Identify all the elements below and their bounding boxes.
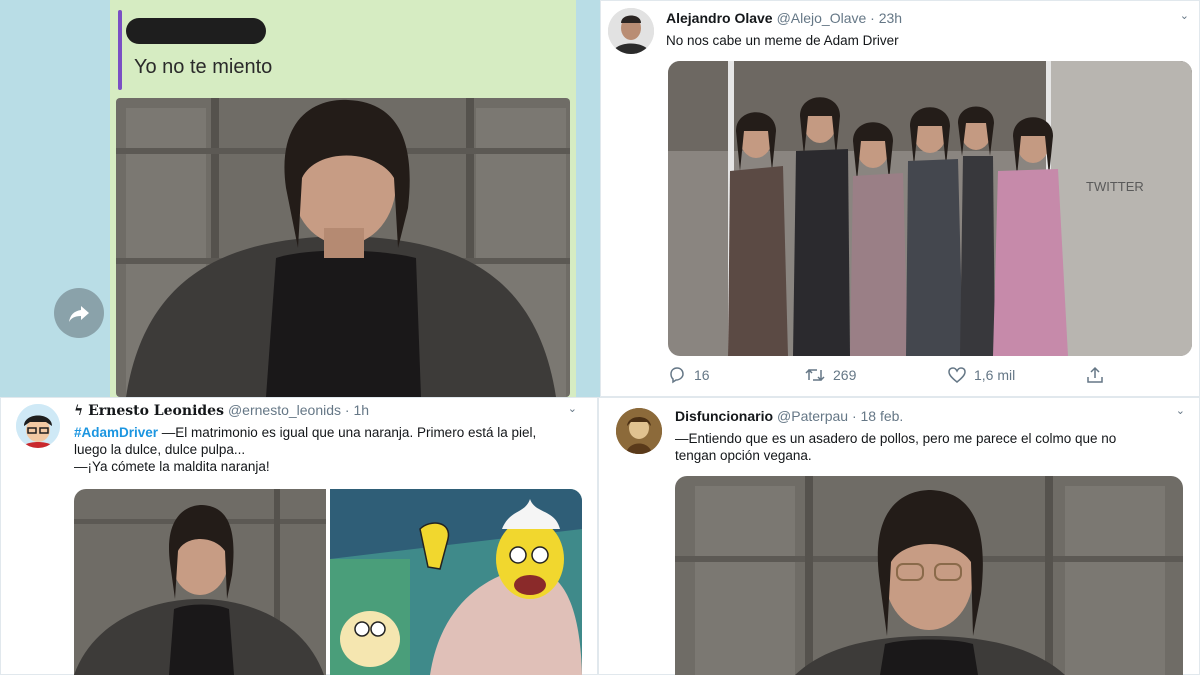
tweet-header: ϟ Ernesto Leonides @ernesto_leonids · 1h bbox=[74, 402, 369, 419]
reply-icon bbox=[670, 367, 684, 384]
redacted-name bbox=[126, 18, 266, 44]
quote-bar bbox=[118, 10, 122, 90]
retweet-icon bbox=[805, 368, 825, 382]
retweet-button[interactable]: 269 bbox=[805, 366, 856, 384]
share-button[interactable] bbox=[1086, 366, 1104, 384]
like-button[interactable]: 1,6 mil bbox=[948, 366, 1015, 384]
chat-panel: Yo no te miento bbox=[0, 0, 600, 397]
avatar[interactable] bbox=[608, 8, 654, 54]
tweet-text-line: —El matrimonio es igual que una naranja.… bbox=[158, 425, 537, 440]
forward-button[interactable] bbox=[54, 288, 104, 338]
tweet-media[interactable] bbox=[675, 476, 1183, 675]
tweet-text-line: tengan opción vegana. bbox=[675, 448, 812, 463]
tweet-header: Disfuncionario @Paterpau · 18 feb. bbox=[675, 408, 903, 424]
reply-count: 16 bbox=[694, 367, 710, 383]
hashtag-link[interactable]: #AdamDriver bbox=[74, 425, 158, 440]
chevron-down-icon[interactable]: ⌄ bbox=[1180, 9, 1189, 22]
chat-photo[interactable] bbox=[116, 98, 570, 397]
tweet-text: —Entiendo que es un asadero de pollos, p… bbox=[675, 430, 1190, 464]
quoted-message: Yo no te miento bbox=[134, 56, 273, 78]
like-icon bbox=[948, 367, 966, 383]
author-handle[interactable]: @Alejo_Olave · 23h bbox=[777, 10, 903, 26]
reply-button[interactable]: 16 bbox=[668, 366, 710, 384]
tweet-header: Alejandro Olave @Alejo_Olave · 23h bbox=[666, 10, 902, 26]
chevron-down-icon[interactable]: ⌄ bbox=[568, 402, 577, 415]
avatar[interactable] bbox=[16, 404, 60, 448]
tweet-media-right[interactable] bbox=[330, 489, 582, 675]
avatar[interactable] bbox=[616, 408, 662, 454]
author-handle[interactable]: @Paterpau · 18 feb. bbox=[777, 408, 903, 424]
tweet-media[interactable]: TWITTER bbox=[668, 61, 1192, 356]
chevron-down-icon[interactable]: ⌄ bbox=[1176, 404, 1185, 417]
forward-icon bbox=[69, 306, 89, 322]
tweet-text-line: —Entiendo que es un asadero de pollos, p… bbox=[675, 431, 1117, 446]
media-watermark: TWITTER bbox=[1086, 179, 1144, 194]
share-icon bbox=[1087, 366, 1103, 383]
tweet-media-left[interactable] bbox=[74, 489, 326, 675]
author-name[interactable]: Disfuncionario bbox=[675, 408, 773, 424]
tweet-text: #AdamDriver —El matrimonio es igual que … bbox=[74, 424, 594, 475]
tweet-text-line: luego la dulce, dulce pulpa... bbox=[74, 442, 246, 457]
author-handle[interactable]: @ernesto_leonids · 1h bbox=[228, 402, 369, 418]
like-count: 1,6 mil bbox=[974, 367, 1016, 383]
author-name[interactable]: ϟ Ernesto Leonides bbox=[74, 403, 224, 419]
tweet-actions: 16 269 1,6 mil bbox=[668, 366, 1108, 390]
tweet-text-line: —¡Ya cómete la maldita naranja! bbox=[74, 459, 270, 474]
author-name[interactable]: Alejandro Olave bbox=[666, 10, 773, 26]
tweet-text: No nos cabe un meme de Adam Driver bbox=[666, 33, 899, 48]
retweet-count: 269 bbox=[833, 367, 857, 383]
